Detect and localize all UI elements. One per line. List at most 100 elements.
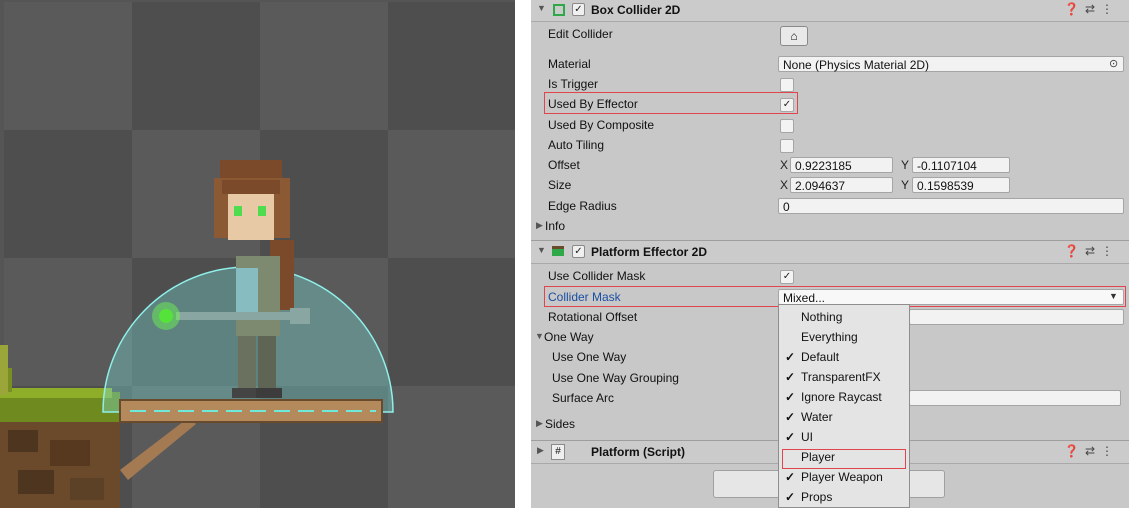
dropdown-item[interactable]: ✓ Props [779,487,909,507]
dropdown-item-player[interactable]: Player [779,447,909,467]
use-collider-mask-label: Use Collider Mask [548,269,646,283]
preset-icon[interactable]: ⇄ [1085,444,1101,458]
offset-y-field[interactable]: -0.1107104 [912,157,1010,173]
dropdown-item[interactable]: ✓ UI [779,427,909,447]
rotational-offset-field[interactable] [909,309,1124,325]
more-menu-icon[interactable]: ⋮ [1101,2,1119,16]
use-one-way-grouping-label: Use One Way Grouping [552,371,679,385]
size-label: Size [548,178,572,192]
offset-x-field[interactable]: 0.9223185 [790,157,893,173]
dropdown-item[interactable]: ✓ Player Weapon [779,467,909,487]
offset-label: Offset [548,158,580,172]
edit-collider-label: Edit Collider [548,27,613,41]
info-label: Info [545,219,566,233]
material-label: Material [548,57,591,71]
layer-mask-dropdown-menu: Nothing Everything ✓ Default ✓ Transparent… [778,304,910,508]
enabled-checkbox[interactable]: ✓ [572,3,585,16]
material-field[interactable]: None (Physics Material 2D) [778,56,1124,72]
box-collider-header[interactable]: ▼ ✓ Box Collider 2D ❓⇄⋮ [531,0,1129,22]
scene-sprites [0,160,394,508]
check-icon: ✓ [785,490,796,504]
size-y-label: Y [901,178,910,192]
edge-radius-label: Edge Radius [548,199,617,213]
fold-right-icon: ▶ [536,418,543,428]
dropdown-item[interactable]: ✓ Water [779,407,909,427]
script-icon: # [551,444,565,460]
inspector-panel: ▼ ✓ Box Collider 2D ❓⇄⋮ Edit Collider ⌂ … [531,0,1129,508]
edit-collider-button[interactable]: ⌂ [780,26,808,46]
dropdown-item[interactable]: ✓ Default [779,347,909,367]
dropdown-item[interactable]: ✓ TransparentFX [779,367,909,387]
component-title: Platform (Script) [591,445,686,459]
help-icon[interactable]: ❓ [1064,244,1085,258]
offset-y-label: Y [901,158,910,172]
ground-tile [0,345,120,508]
platform-effector-header[interactable]: ▼ ✓ Platform Effector 2D ❓⇄⋮ [531,240,1129,264]
use-collider-mask-row: Use Collider Mask ✓ [531,266,1129,286]
used-by-effector-checkbox[interactable]: ✓ [780,98,794,112]
auto-tiling-label: Auto Tiling [548,138,605,152]
more-menu-icon[interactable]: ⋮ [1101,444,1119,458]
more-menu-icon[interactable]: ⋮ [1101,244,1119,258]
info-foldout[interactable]: ▶ Info [531,216,1129,236]
auto-tiling-row: Auto Tiling [531,135,1129,155]
scene-view[interactable] [0,0,515,508]
check-icon: ✓ [785,370,796,384]
component-title: Platform Effector 2D [591,245,708,259]
use-one-way-label: Use One Way [552,350,627,364]
fold-arrow-icon[interactable]: ▼ [537,3,546,13]
used-by-effector-row: Used By Effector ✓ [531,94,1129,114]
object-picker-icon[interactable]: ⊙ [1109,57,1118,70]
is-trigger-row: Is Trigger [531,74,1129,94]
sides-label: Sides [545,417,576,431]
offset-x-label: X [780,158,789,172]
collider-mask-label: Collider Mask [548,290,621,304]
help-icon[interactable]: ❓ [1064,444,1085,458]
size-x-label: X [780,178,789,192]
effector-icon [552,246,564,256]
edit-collider-row: Edit Collider ⌂ [531,24,1129,46]
help-icon[interactable]: ❓ [1064,2,1085,16]
header-icons: ❓⇄⋮ [1064,244,1119,258]
box-collider-icon [553,4,565,16]
enabled-checkbox[interactable]: ✓ [572,245,585,258]
check-icon: ✓ [785,410,796,424]
edit-shape-icon: ⌂ [790,29,798,43]
used-by-composite-row: Used By Composite [531,115,1129,135]
is-trigger-label: Is Trigger [548,77,599,91]
edge-radius-field[interactable]: 0 [778,198,1124,214]
used-by-composite-checkbox[interactable] [780,119,794,133]
offset-row: Offset X 0.9223185 Y -0.1107104 [531,155,1129,175]
dropdown-item[interactable]: ✓ Ignore Raycast [779,387,909,407]
auto-tiling-checkbox[interactable] [780,139,794,153]
platform-stake [120,418,196,480]
preset-icon[interactable]: ⇄ [1085,244,1101,258]
rotational-offset-label: Rotational Offset [548,310,638,324]
check-icon: ✓ [785,390,796,404]
used-by-composite-label: Used By Composite [548,118,655,132]
surface-arc-label: Surface Arc [552,391,615,405]
size-row: Size X 2.094637 Y 0.1598539 [531,175,1129,195]
check-icon: ✓ [785,430,796,444]
header-icons: ❓⇄⋮ [1064,444,1119,458]
size-y-field[interactable]: 0.1598539 [912,177,1010,193]
dropdown-arrow-icon[interactable]: ▼ [1109,291,1118,301]
fold-right-icon[interactable]: ▶ [537,445,544,456]
header-icons: ❓⇄⋮ [1064,2,1119,16]
check-icon: ✓ [785,470,796,484]
use-collider-mask-checkbox[interactable]: ✓ [780,270,794,284]
component-title: Box Collider 2D [591,3,681,17]
used-by-effector-label: Used By Effector [548,97,638,111]
preset-icon[interactable]: ⇄ [1085,2,1101,16]
edge-radius-row: Edge Radius 0 [531,196,1129,216]
check-icon: ✓ [785,350,796,364]
dropdown-item[interactable]: Everything [779,327,909,347]
surface-arc-field[interactable] [909,390,1121,406]
collider-mask-dropdown[interactable]: Mixed... [778,289,1124,305]
dropdown-item[interactable]: Nothing [779,307,909,327]
is-trigger-checkbox[interactable] [780,78,794,92]
fold-arrow-icon: ▼ [535,331,544,341]
fold-right-icon: ▶ [536,220,543,230]
size-x-field[interactable]: 2.094637 [790,177,893,193]
fold-arrow-icon[interactable]: ▼ [537,245,546,255]
